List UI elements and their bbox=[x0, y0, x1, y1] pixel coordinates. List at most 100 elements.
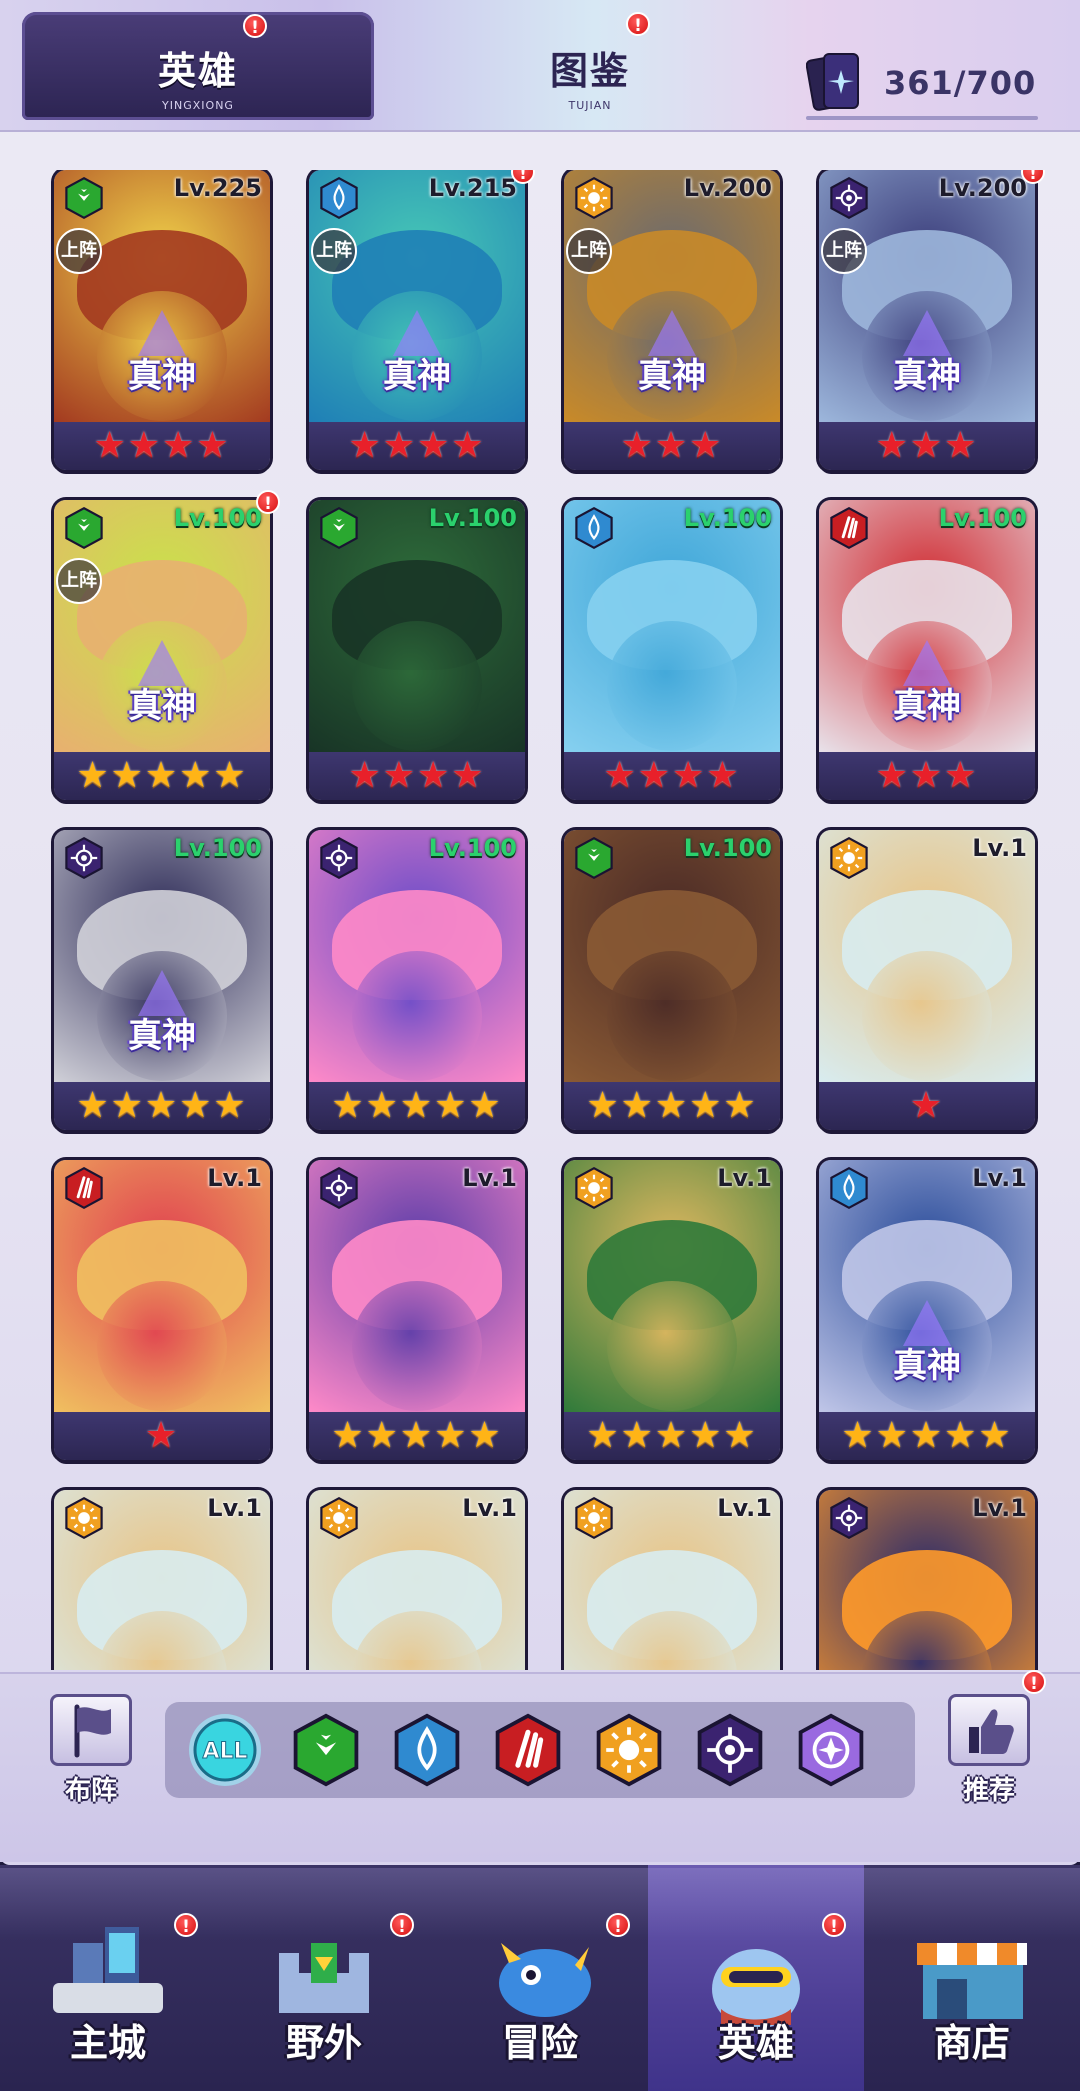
filter-dark-button[interactable] bbox=[692, 1712, 768, 1788]
hero-card[interactable]: Lv.215 上阵 真神 ★★★★ bbox=[309, 170, 525, 470]
nav-label: 冒险 bbox=[501, 2021, 578, 2065]
hero-star-bar: ★★★★★ bbox=[309, 1082, 525, 1130]
tab-atlas[interactable]: 图鉴 TUJIAN bbox=[420, 12, 760, 120]
nav-label: 英雄 bbox=[717, 2021, 794, 2065]
light-faction-icon bbox=[572, 1166, 614, 1212]
water-faction-icon bbox=[317, 176, 359, 222]
hero-level: Lv.215 bbox=[428, 174, 517, 202]
deployed-badge: 上阵 bbox=[56, 228, 102, 274]
nav-hero-portrait[interactable]: 英雄 bbox=[648, 1865, 864, 2091]
hero-star-bar: ★★★ bbox=[564, 422, 780, 470]
hero-level: Lv.1 bbox=[972, 834, 1027, 862]
star-rating: ★★★★★ bbox=[586, 1085, 758, 1126]
hero-star-bar: ★ bbox=[819, 1082, 1035, 1130]
hero-star-bar: ★★★★★ bbox=[819, 1412, 1035, 1460]
rank-label: 真神 bbox=[128, 356, 196, 396]
hero-level: Lv.100 bbox=[173, 504, 262, 532]
water-faction-icon bbox=[827, 1166, 869, 1212]
hero-portrait-face bbox=[862, 951, 992, 1081]
filter-nature-button[interactable] bbox=[288, 1712, 364, 1788]
card-collection-icon bbox=[806, 53, 859, 111]
rank-label: 真神 bbox=[638, 356, 706, 396]
hero-card[interactable]: Lv.200 上阵真神 ★★★ bbox=[564, 170, 780, 470]
filter-all-button[interactable]: ALL bbox=[187, 1712, 263, 1788]
hero-card[interactable]: Lv.1 ★ bbox=[54, 1160, 270, 1460]
light-faction-icon bbox=[62, 1496, 104, 1542]
hero-level: Lv.100 bbox=[428, 504, 517, 532]
heroes-panel: 英雄 YINGXIONG ! 图鉴 TUJIAN ! 361/700 Lv.22… bbox=[0, 0, 1080, 1865]
rank-label: 真神 bbox=[893, 686, 961, 726]
rank-label: 真神 bbox=[128, 686, 196, 726]
hero-card[interactable]: Lv.1 bbox=[564, 1490, 780, 1670]
hero-level: Lv.200 bbox=[683, 174, 772, 202]
hero-card[interactable]: Lv.100 ★★★★ bbox=[309, 500, 525, 800]
filter-arcane-button[interactable] bbox=[793, 1712, 869, 1788]
hero-card[interactable]: Lv.225 上阵 真神 ★★★★ bbox=[54, 170, 270, 470]
hero-card[interactable]: Lv.1 bbox=[819, 1490, 1035, 1670]
nature-faction-icon bbox=[62, 506, 104, 552]
hero-card[interactable]: Lv.100 ★★★★★ bbox=[309, 830, 525, 1130]
hero-star-bar: ★★★★ bbox=[564, 752, 780, 800]
formation-button[interactable]: 布阵 bbox=[46, 1694, 136, 1814]
hero-card[interactable]: Lv.1 ★★★★★ bbox=[564, 1160, 780, 1460]
tab-atlas-badge: ! bbox=[626, 12, 650, 36]
dark-faction-icon bbox=[827, 1496, 869, 1542]
recommend-button[interactable]: 推荐 bbox=[944, 1694, 1034, 1814]
nav-label: 商店 bbox=[933, 2021, 1010, 2065]
hero-star-bar: ★★★★★ bbox=[564, 1082, 780, 1130]
hero-level: Lv.1 bbox=[717, 1494, 772, 1522]
water-faction-icon bbox=[572, 506, 614, 552]
rank-label: 真神 bbox=[893, 356, 961, 396]
filter-light-button[interactable] bbox=[591, 1712, 667, 1788]
hero-card[interactable]: Lv.1 bbox=[54, 1490, 270, 1670]
hero-level: Lv.100 bbox=[173, 834, 262, 862]
star-rating: ★★★★ bbox=[348, 755, 486, 796]
hero-level: Lv.100 bbox=[683, 504, 772, 532]
hero-card[interactable]: Lv.100 上阵 真神 ★★★★★ bbox=[54, 500, 270, 800]
dark-faction-icon bbox=[62, 836, 104, 882]
card-count: 361/700 bbox=[806, 44, 1046, 114]
nav-adventure-dragon[interactable]: 冒险 bbox=[432, 1865, 648, 2091]
hero-portrait-face bbox=[352, 1281, 482, 1411]
formation-flag-icon bbox=[50, 1694, 132, 1766]
star-rating: ★★★ bbox=[875, 425, 979, 466]
top-tab-bar: 英雄 YINGXIONG ! 图鉴 TUJIAN ! 361/700 bbox=[0, 0, 1080, 132]
hero-card[interactable]: Lv.1 真神 ★★★★★ bbox=[819, 1160, 1035, 1460]
filter-fire-button[interactable] bbox=[490, 1712, 566, 1788]
hero-portrait-face bbox=[607, 621, 737, 751]
nav-badge: ! bbox=[822, 1913, 846, 1937]
hero-card[interactable]: Lv.100 ★★★★ bbox=[564, 500, 780, 800]
nav-city[interactable]: 主城 bbox=[0, 1865, 216, 2091]
hero-card[interactable]: Lv.100 ★★★★★ bbox=[564, 830, 780, 1130]
hero-card[interactable]: Lv.1 ★ bbox=[819, 830, 1035, 1130]
card-count-text: 361/700 bbox=[884, 64, 1037, 102]
nav-shop[interactable]: 商店 bbox=[864, 1865, 1080, 2091]
filter-water-button[interactable] bbox=[389, 1712, 465, 1788]
hero-card[interactable]: Lv.100 真神 ★★★★★ bbox=[54, 830, 270, 1130]
star-rating: ★ bbox=[909, 1085, 945, 1126]
hero-portrait-face bbox=[607, 1281, 737, 1411]
hero-level: Lv.1 bbox=[717, 1164, 772, 1192]
hero-card[interactable]: Lv.200 上阵 真神 ★★★ bbox=[819, 170, 1035, 470]
star-rating: ★★★★★ bbox=[586, 1415, 758, 1456]
star-rating: ★★★★★ bbox=[76, 755, 248, 796]
nav-field-castle[interactable]: 野外 bbox=[216, 1865, 432, 2091]
tab-heroes[interactable]: 英雄 YINGXIONG bbox=[22, 12, 374, 120]
nav-badge: ! bbox=[174, 1913, 198, 1937]
hero-level: Lv.100 bbox=[428, 834, 517, 862]
hero-star-bar: ★ bbox=[54, 1412, 270, 1460]
hero-card[interactable]: Lv.1 bbox=[309, 1490, 525, 1670]
nav-badge: ! bbox=[390, 1913, 414, 1937]
hero-card[interactable]: Lv.1 ★★★★★ bbox=[309, 1160, 525, 1460]
deployed-badge: 上阵 bbox=[566, 228, 612, 274]
hero-card[interactable]: Lv.100 真神 ★★★ bbox=[819, 500, 1035, 800]
nav-badge: ! bbox=[606, 1913, 630, 1937]
hero-level: Lv.1 bbox=[462, 1494, 517, 1522]
tab-heroes-subtitle: YINGXIONG bbox=[162, 99, 234, 112]
star-rating: ★★★★ bbox=[348, 425, 486, 466]
recommend-label: 推荐 bbox=[962, 1776, 1015, 1806]
star-rating: ★★★★★ bbox=[331, 1415, 503, 1456]
star-rating: ★★★★★ bbox=[841, 1415, 1013, 1456]
hero-star-bar: ★★★★ bbox=[309, 422, 525, 470]
hero-star-bar: ★★★★★ bbox=[54, 1082, 270, 1130]
